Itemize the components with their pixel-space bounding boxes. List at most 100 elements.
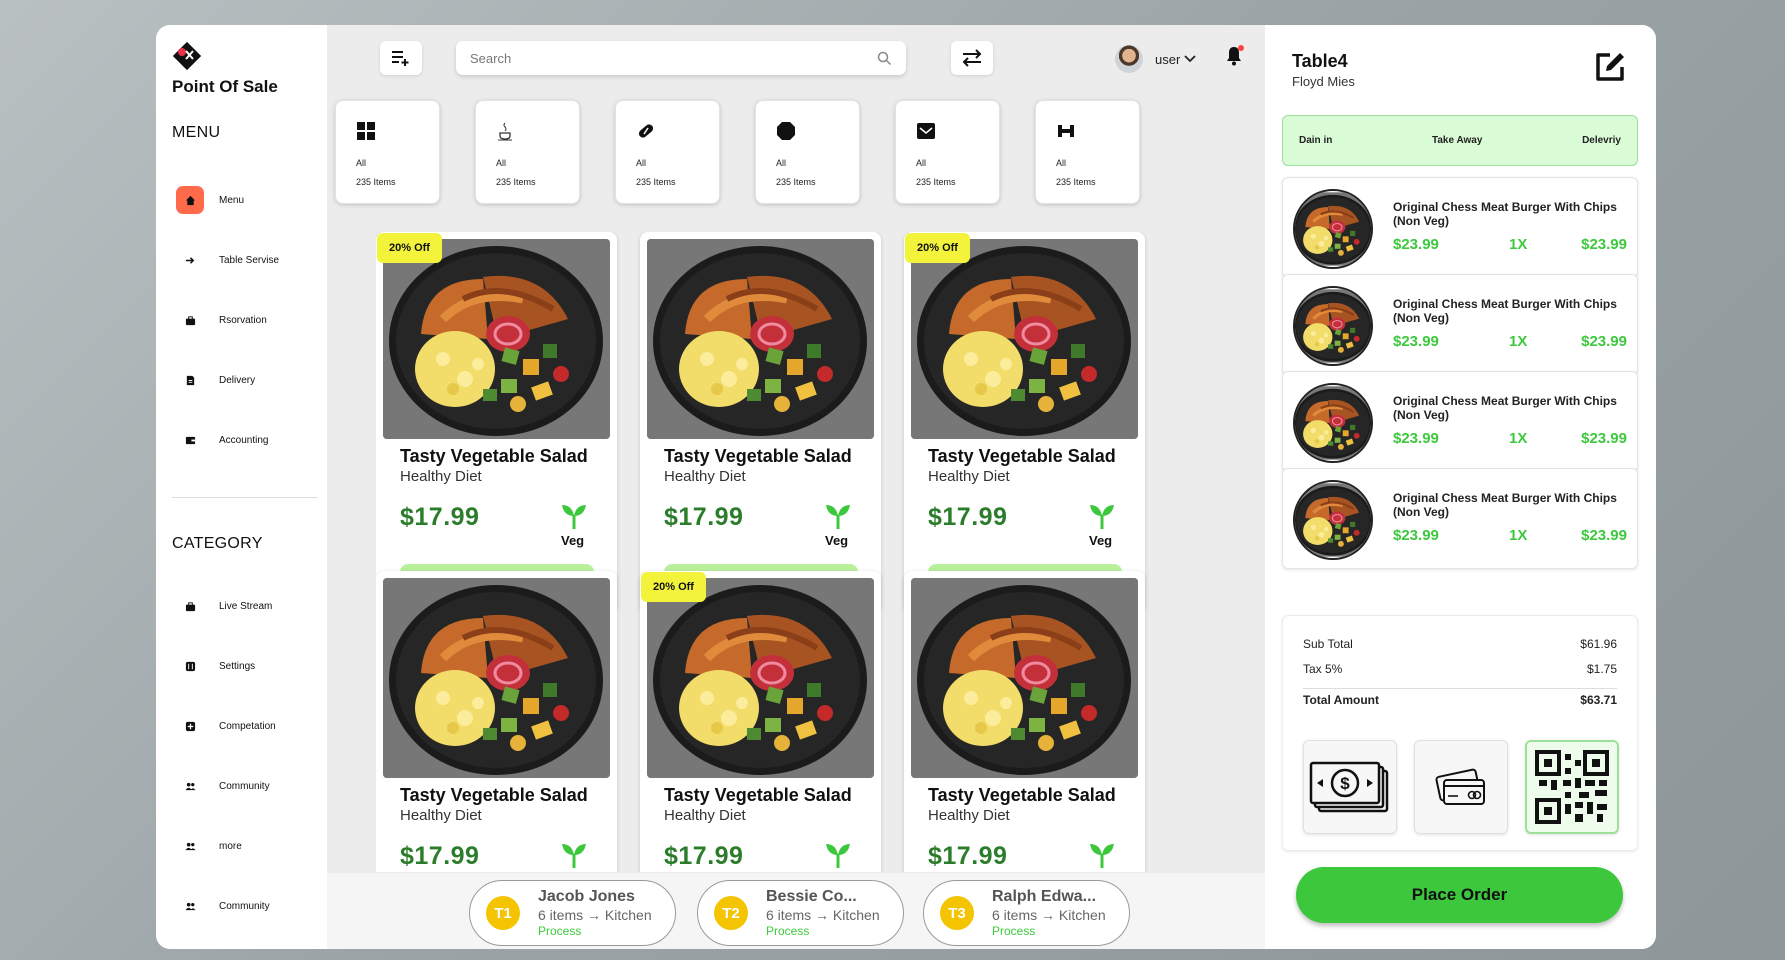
order-item[interactable]: Original Chess Meat Burger With Chips (N… [1282, 468, 1638, 569]
order-status: Process [766, 924, 810, 938]
food-plate-image [1295, 192, 1371, 266]
sidebar-item-community[interactable]: Community [176, 772, 316, 800]
sidebar: Point Of Sale MENU Menu Table Servise Rs… [156, 25, 327, 949]
subtotal-label: Sub Total [1303, 637, 1353, 651]
user-menu[interactable]: user [1115, 45, 1196, 73]
tab-take-away[interactable]: Take Away [1432, 135, 1482, 146]
order-item-name: Original Chess Meat Burger With Chips (N… [1393, 491, 1617, 519]
sidebar-item-menu[interactable]: Menu [176, 186, 316, 214]
product-card[interactable]: 20% Off Tasty Vegetable Salad Healthy Diet… [376, 232, 617, 612]
sidebar-item-rsorvation[interactable]: Rsorvation [176, 306, 316, 334]
sidebar-item-accounting[interactable]: Accounting [176, 426, 316, 454]
order-table-name: Table4 [1292, 51, 1348, 71]
product-image [383, 239, 610, 439]
order-item[interactable]: Original Chess Meat Burger With Chips (N… [1282, 177, 1638, 278]
sidebar-item-label: Live Stream [219, 600, 273, 612]
category-tile[interactable]: All 235 Items [1035, 100, 1140, 204]
sidebar-item-delivery[interactable]: Delivery [176, 366, 316, 394]
sidebar-item-label: more [219, 840, 242, 852]
sidebar-item-competation[interactable]: Competation [176, 712, 316, 740]
playlist-add-icon [392, 51, 409, 66]
leaf-sprout-icon [826, 844, 850, 868]
active-order-card[interactable]: T2 Bessie Co... 6 items → Kitchen Proces… [697, 880, 904, 946]
product-card[interactable]: 20% Off Tasty Vegetable Salad Healthy Diet… [904, 232, 1145, 612]
tab-dine-in[interactable]: Dain in [1299, 135, 1332, 146]
product-card[interactable]: Tasty Vegetable SaladHealthy Diet$17.99V… [376, 571, 617, 872]
tab-delivery[interactable]: Delevriy [1582, 135, 1621, 146]
category-tile[interactable]: All 235 Items [615, 100, 720, 204]
product-card[interactable]: Tasty Vegetable SaladHealthy Diet$17.99V… [640, 232, 881, 612]
category-tile[interactable]: All 235 Items [895, 100, 1000, 204]
search-icon[interactable] [877, 51, 892, 66]
pay-cash-button[interactable]: $ [1303, 740, 1397, 834]
product-subtitle: Healthy Diet [400, 807, 482, 824]
product-price: $17.99 [928, 842, 1008, 870]
octagon-icon [777, 122, 795, 140]
category-count: 235 Items [916, 177, 956, 187]
category-count: 235 Items [1056, 177, 1096, 187]
order-customer-name: Bessie Co... [766, 888, 857, 905]
discount-badge: 20% Off [905, 233, 970, 263]
search-input[interactable] [470, 50, 877, 66]
product-title: Tasty Vegetable Salad [400, 785, 588, 805]
order-item-price: $23.99 [1393, 333, 1439, 350]
users-icon [176, 832, 204, 860]
product-title: Tasty Vegetable Salad [928, 446, 1116, 466]
sidebar-item-live-stream[interactable]: Live Stream [176, 592, 316, 620]
users-icon [176, 772, 204, 800]
product-subtitle: Healthy Diet [400, 468, 482, 485]
pill-icon [638, 124, 654, 138]
active-order-card[interactable]: T3 Ralph Edwa... 6 items → Kitchen Proce… [923, 880, 1130, 946]
avatar [1115, 45, 1143, 73]
active-order-card[interactable]: T1 Jacob Jones 6 items → Kitchen Process [469, 880, 676, 946]
product-title: Tasty Vegetable Salad [664, 446, 852, 466]
order-item-thumbnail [1293, 286, 1373, 366]
order-item-qty: 1X [1509, 527, 1528, 544]
order-items-count: 6 items → Kitchen [992, 907, 1106, 923]
order-item-name: Original Chess Meat Burger With Chips (N… [1393, 200, 1617, 228]
brand-name: Point Of Sale [172, 77, 278, 96]
notification-dot [1238, 45, 1244, 51]
order-customer-name: Ralph Edwa... [992, 888, 1097, 905]
place-order-button[interactable]: Place Order [1296, 867, 1623, 923]
leaf-sprout-icon [1090, 844, 1114, 868]
leaf-sprout-icon [562, 844, 586, 868]
category-section-title: CATEGORY [172, 535, 263, 552]
category-tile[interactable]: All 235 Items [475, 100, 580, 204]
sidebar-item-settings[interactable]: Settings [176, 652, 316, 680]
sidebar-item-label: Table Servise [219, 254, 280, 266]
add-list-button[interactable] [380, 41, 422, 75]
pos-app: Point Of Sale MENU Menu Table Servise Rs… [156, 25, 1656, 949]
leaf-sprout-icon [826, 505, 850, 529]
order-item-thumbnail [1293, 480, 1373, 560]
product-card[interactable]: Tasty Vegetable SaladHealthy Diet$17.99V… [904, 571, 1145, 872]
sidebar-item-label: Competation [219, 720, 276, 732]
tax-label: Tax 5% [1303, 662, 1343, 676]
food-plate-image [911, 578, 1138, 778]
swap-button[interactable] [951, 41, 993, 75]
order-item[interactable]: Original Chess Meat Burger With Chips (N… [1282, 274, 1638, 375]
order-item-thumbnail [1293, 189, 1373, 269]
pay-card-button[interactable] [1414, 740, 1508, 834]
pay-qr-button[interactable] [1525, 740, 1619, 834]
food-plate-image [647, 239, 874, 439]
briefcase-icon [176, 592, 204, 620]
category-name: All [636, 158, 647, 168]
order-status: Process [992, 924, 1036, 938]
order-item-total: $23.99 [1581, 430, 1627, 447]
order-item-price: $23.99 [1393, 430, 1439, 447]
category-name: All [496, 158, 507, 168]
sidebar-item-table-servise[interactable]: Table Servise [176, 246, 316, 274]
product-image [383, 578, 610, 778]
category-tile[interactable]: All 235 Items [755, 100, 860, 204]
order-item[interactable]: Original Chess Meat Burger With Chips (N… [1282, 371, 1638, 472]
inbox-icon [917, 123, 935, 139]
notifications-button[interactable] [1225, 45, 1245, 69]
category-tile[interactable]: All 235 Items [335, 100, 440, 204]
sidebar-item-community-2[interactable]: Community [176, 892, 316, 920]
edit-icon[interactable] [1592, 49, 1628, 85]
order-item-total: $23.99 [1581, 236, 1627, 253]
product-card[interactable]: 20% Off Tasty Vegetable Salad Healthy Diet… [640, 571, 881, 872]
sidebar-item-more[interactable]: more [176, 832, 316, 860]
product-subtitle: Healthy Diet [928, 807, 1010, 824]
